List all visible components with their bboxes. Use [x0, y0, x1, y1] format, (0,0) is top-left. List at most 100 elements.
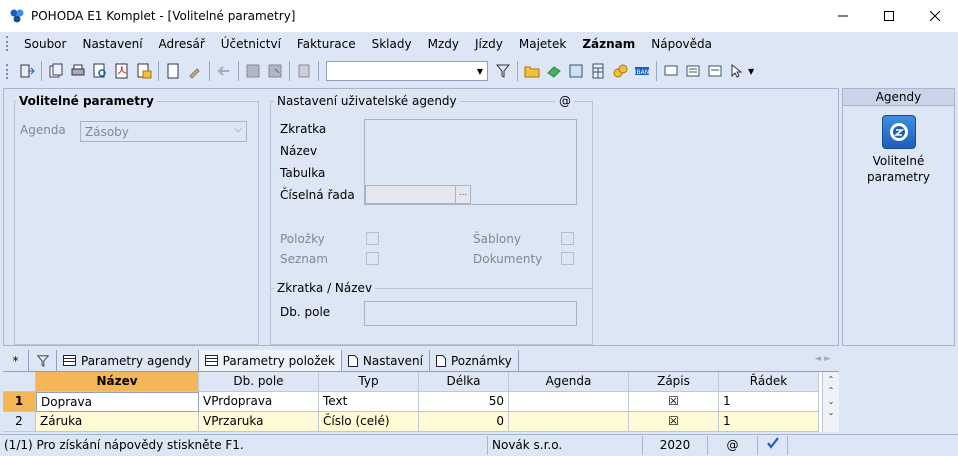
col-zapis[interactable]: Zápis [629, 372, 719, 392]
col-typ[interactable]: Typ [319, 372, 419, 392]
status-company: Novák s.r.o. [488, 435, 643, 455]
chevron-down-icon[interactable]: ▼ [748, 67, 754, 76]
agenda-label-line1: Volitelné [872, 154, 925, 168]
save-icon[interactable] [244, 62, 262, 80]
cell-radek[interactable]: 1 [719, 392, 819, 412]
message-icon[interactable] [662, 62, 680, 80]
dokumenty-label: Dokumenty [473, 252, 543, 266]
list-icon[interactable] [684, 62, 702, 80]
menu-ucetnictvi[interactable]: Účetnictví [213, 37, 289, 51]
col-radek[interactable]: Řádek [719, 372, 819, 392]
cell-agenda[interactable] [509, 412, 629, 432]
menu-zaznam[interactable]: Záznam [574, 37, 643, 51]
svg-text:IBAN: IBAN [635, 69, 649, 76]
col-nazev[interactable]: Název [36, 372, 199, 392]
tab-nastaveni[interactable]: Nastavení [342, 350, 430, 371]
volitelne-parametry-agenda-label[interactable]: Volitelné parametry [843, 153, 954, 185]
calculator-icon[interactable] [567, 62, 585, 80]
cell-db-pole[interactable]: VPrdoprava [199, 392, 319, 412]
agendy-panel-header: Agendy [843, 89, 954, 106]
close-button[interactable] [912, 0, 958, 32]
menu-soubor[interactable]: Soubor [16, 37, 74, 51]
col-agenda[interactable]: Agenda [509, 372, 629, 392]
tab-poznamky[interactable]: Poznámky [430, 350, 519, 371]
cell-zapis-checkbox[interactable]: ☒ [629, 412, 719, 432]
scroll-down-icon[interactable]: ⌄ [828, 396, 835, 407]
save-as-icon[interactable] [266, 62, 284, 80]
maximize-button[interactable] [866, 0, 912, 32]
filter-icon[interactable] [494, 62, 512, 80]
menu-nastaveni[interactable]: Nastavení [74, 37, 150, 51]
minimize-button[interactable] [820, 0, 866, 32]
table-icon[interactable] [589, 62, 607, 80]
menu-fakturace[interactable]: Fakturace [289, 37, 364, 51]
exit-icon[interactable] [18, 62, 36, 80]
cell-zapis-checkbox[interactable]: ☒ [629, 392, 719, 412]
polozky-checkbox[interactable] [366, 232, 379, 245]
cell-nazev[interactable]: Doprava [36, 392, 199, 412]
scroll-up-icon[interactable]: ⌃ [828, 385, 835, 396]
volitelne-parametry-agenda-icon[interactable] [881, 115, 916, 149]
cell-delka[interactable]: 0 [419, 412, 509, 432]
status-at: @ [708, 435, 758, 455]
tab-parametry-agendy[interactable]: Parametry agendy [57, 350, 199, 371]
pdf-icon[interactable] [113, 62, 131, 80]
table-row[interactable]: 2 Záruka VPrzaruka Číslo (celé) 0 ☒ 1 [3, 412, 819, 432]
new-record-icon[interactable] [164, 62, 182, 80]
window-title: POHODA E1 Komplet - [Volitelné parametry… [31, 9, 296, 23]
export-icon[interactable] [135, 62, 153, 80]
menu-jizdy[interactable]: Jízdy [467, 37, 511, 51]
volitelne-parametry-title: Volitelné parametry [16, 94, 157, 108]
cell-delka[interactable]: 50 [419, 392, 509, 412]
paste-icon[interactable] [295, 62, 313, 80]
ciselna-rada-field[interactable]: ... [365, 185, 471, 204]
menu-adresar[interactable]: Adresář [151, 37, 213, 51]
scroll-top-icon[interactable]: ⌃ [828, 374, 835, 385]
cell-radek[interactable]: 1 [719, 412, 819, 432]
cell-typ[interactable]: Text [319, 392, 419, 412]
agenda-select-value: Zásoby [85, 125, 129, 139]
cell-db-pole[interactable]: VPrzaruka [199, 412, 319, 432]
menu-sklady[interactable]: Sklady [364, 37, 420, 51]
print-preview-icon[interactable] [91, 62, 109, 80]
menu-majetek[interactable]: Majetek [511, 37, 574, 51]
tab-all[interactable]: * [3, 350, 29, 371]
tab-parametry-agendy-label: Parametry agendy [81, 353, 192, 368]
scroll-bottom-icon[interactable]: ⌄ [828, 407, 835, 418]
back-icon[interactable] [215, 62, 233, 80]
iban-icon[interactable]: IBAN [633, 62, 651, 80]
agenda-label-line2: parametry [866, 170, 931, 184]
quick-search-combo[interactable]: ▼ [326, 61, 488, 81]
agenda-select[interactable]: Zásoby ⌵ [80, 121, 247, 142]
cell-typ[interactable]: Číslo (celé) [319, 412, 419, 432]
col-delka[interactable]: Délka [419, 372, 509, 392]
dokumenty-checkbox[interactable] [561, 252, 574, 265]
cell-agenda[interactable] [509, 392, 629, 412]
menu-mzdy[interactable]: Mzdy [420, 37, 467, 51]
db-pole-field[interactable] [364, 301, 577, 326]
agenda-label: Agenda [20, 123, 66, 137]
seznam-checkbox[interactable] [366, 252, 379, 265]
print-icon[interactable] [69, 62, 87, 80]
table-icon [63, 355, 76, 366]
eraser-icon[interactable] [545, 62, 563, 80]
help-cursor-icon[interactable] [728, 62, 746, 80]
tab-parametry-polozek[interactable]: Parametry položek [198, 350, 342, 371]
coins-icon[interactable] [611, 62, 629, 80]
detail-tabs: * Parametry agendy Parametry položek Nas… [3, 350, 839, 372]
sablony-checkbox[interactable] [561, 232, 574, 245]
cell-nazev[interactable]: Záruka [36, 412, 199, 432]
table-scrollbar[interactable]: ⌃ ⌃ ⌄ ⌄ [822, 372, 839, 432]
tab-nastaveni-label: Nastavení [362, 353, 423, 368]
table-row[interactable]: 1 Doprava VPrdoprava Text 50 ☒ 1 [3, 392, 819, 412]
brush-icon[interactable] [186, 62, 204, 80]
folder-icon[interactable] [523, 62, 541, 80]
tab-scroll-arrows[interactable]: ◄ ► [814, 354, 831, 364]
form-icon[interactable] [706, 62, 724, 80]
chevron-down-icon[interactable]: ▼ [473, 62, 487, 80]
copy-record-icon[interactable] [47, 62, 65, 80]
menu-napoveda[interactable]: Nápověda [643, 37, 720, 51]
tab-filter[interactable] [29, 350, 57, 371]
ciselna-rada-button[interactable]: ... [455, 185, 470, 204]
col-db-pole[interactable]: Db. pole [199, 372, 319, 392]
